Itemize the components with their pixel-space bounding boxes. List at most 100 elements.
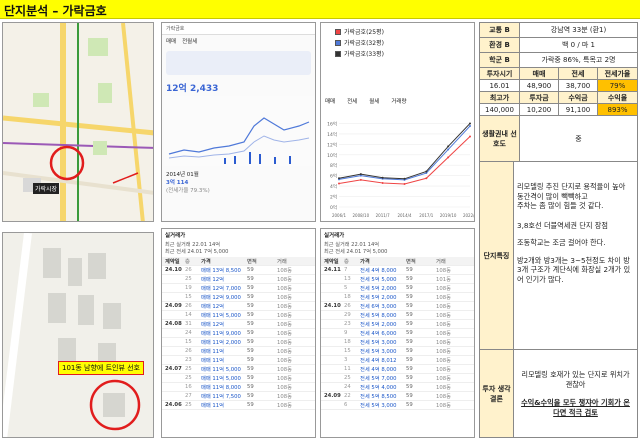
table-row[interactable]: 27 매매 11억 7,500 59 108동 [162, 392, 315, 401]
cell-size: 59 [406, 312, 413, 318]
cell-dong: 108동 [277, 313, 292, 319]
cell-price: 매매 11억 5,000 [201, 376, 241, 382]
table-row[interactable]: 6 전세 5억 3,000 59 108동 [321, 401, 474, 410]
table-row[interactable]: 24.07 25 매매 11억 5,000 59 108동 [162, 365, 315, 374]
table-row[interactable]: 11 전세 4억 8,000 59 108동 [321, 365, 474, 374]
row-living: 생활권내 선호도 중 [480, 116, 637, 162]
table-row[interactable]: 25 매매 12억 59 108동 [162, 275, 315, 284]
table-row[interactable]: 14 매매 11억 5,000 59 108동 [162, 311, 315, 320]
app-screenshot-sale-list[interactable]: 실거래가 최근 실거래 22.01 14억 최근 전세 24.01 7억 5,0… [161, 228, 316, 438]
feature-line: 동간격이 많이 빽빽하고 [517, 191, 588, 201]
cell-dong: 108동 [436, 340, 451, 346]
table-row[interactable]: 5 전세 5억 2,000 59 108동 [321, 284, 474, 293]
cell-date: 24.07 [165, 366, 182, 372]
cell-floor: 18 [344, 339, 351, 345]
table-row[interactable]: 24 전세 5억 4,000 59 108동 [321, 383, 474, 392]
table-row[interactable]: 26 매매 11억 59 108동 [162, 347, 315, 356]
table-row[interactable]: 23 매매 11억 59 108동 [162, 356, 315, 365]
legend-item[interactable]: 가락금호(33평) [335, 49, 384, 58]
cell-price: 매매 13억 8,500 [201, 268, 241, 274]
table-row[interactable]: 24.09 22 전세 5억 8,500 59 108동 [321, 392, 474, 401]
table-row[interactable]: 25 전세 5억 7,000 59 108동 [321, 374, 474, 383]
cell-floor: 15 [185, 294, 192, 300]
x-tick-label: 2011/7 [376, 213, 391, 218]
phone-tabs[interactable]: 매매 전월세 [162, 35, 315, 47]
cell-date: 24.11 [324, 267, 341, 273]
table-row[interactable]: 15 전세 5억 3,000 59 108동 [321, 347, 474, 356]
table-row[interactable]: 29 전세 5억 8,000 59 108동 [321, 311, 474, 320]
legend-item[interactable]: 가락금호(32평) [335, 38, 384, 47]
conclusion-line-1: 리모델링 호재가 있는 단지로 위치가 괜찮아 [521, 369, 630, 389]
cell-dong: 108동 [436, 322, 451, 328]
site-map-callout: 101동 남향에 트인뷰 선호 [58, 361, 144, 375]
series-point [447, 145, 450, 148]
location-map-svg [3, 23, 153, 221]
filter-sale[interactable]: 매매 [325, 97, 335, 105]
tab-rent[interactable]: 전월세 [182, 37, 197, 45]
cell-size: 59 [406, 276, 413, 282]
price-history-chart: 0억 2억 4억 6억 8억 10억 12억 14억 16억 2006/1 2008/10 2011/… [327, 120, 474, 218]
series-point [338, 177, 340, 180]
table-row[interactable]: 16 매매 11억 8,000 59 108동 [162, 383, 315, 392]
profit-value: 91,100 [559, 104, 598, 115]
location-map[interactable]: 가락시장 [2, 22, 154, 222]
living-value: 중 [575, 134, 582, 143]
invest-time-label: 투자시기 [480, 68, 520, 79]
col-size: 면적 [247, 259, 257, 265]
cell-floor: 25 [185, 375, 192, 381]
cell-size: 59 [406, 321, 413, 327]
series-point [469, 135, 471, 138]
table-row[interactable]: 18 전세 5억 2,000 59 108동 [321, 293, 474, 302]
conclusion-text: 리모델링 호재가 있는 단지로 위치가 괜찮아 수익&수익을 모두 챙쟈아 기회… [514, 350, 637, 437]
invest-time: 16.01 [480, 80, 520, 91]
table-row[interactable]: 24.10 26 매매 13억 8,500 59 108동 [162, 266, 315, 275]
legend-item[interactable]: 가락금호(25평) [335, 27, 384, 36]
analysis-table: 교통 B 강남역 33분 (환1) 환경 B 백 0 / 마 1 학군 B 가락… [479, 22, 638, 438]
cell-dong: 108동 [436, 331, 451, 337]
features-label: 단지특징 [480, 162, 514, 349]
list-summary-2: 최근 전세 24.01 7억 5,000 [165, 249, 229, 255]
cell-dong: 108동 [277, 304, 292, 310]
app-screenshot-summary[interactable]: 가락금호 매매 전월세 12억 2,433 2014년 01월 3억 114 (… [161, 22, 316, 222]
app-screenshot-chart[interactable]: 가락금호(25평) 가락금호(32평) 가락금호(33평) 매매 전세 월세 거… [320, 22, 475, 222]
table-row[interactable]: 9 전세 4억 6,000 59 108동 [321, 329, 474, 338]
filter-monthly[interactable]: 월세 [369, 97, 379, 105]
table-row[interactable]: 18 전세 5억 3,000 59 108동 [321, 338, 474, 347]
table-row[interactable]: 15 매매 11억 2,000 59 108동 [162, 338, 315, 347]
feature-line: 조동학교는 조금 걸어야 한다. [517, 238, 606, 247]
cell-floor: 22 [344, 393, 351, 399]
cell-dong: 108동 [436, 349, 451, 355]
site-map[interactable]: 101동 남향에 트인뷰 선호 [2, 232, 154, 438]
table-row[interactable]: 25 매매 11억 5,000 59 108동 [162, 374, 315, 383]
filter-volume[interactable]: 거래량 [391, 97, 406, 105]
cell-floor: 26 [185, 267, 192, 273]
chart-filters[interactable]: 매매 전세 월세 거래량 [325, 97, 407, 105]
cell-date: 24.08 [165, 321, 182, 327]
cell-dong: 108동 [436, 313, 451, 319]
table-row[interactable]: 24.06 25 매매 11억 59 108동 [162, 401, 315, 410]
table-row[interactable]: 24 매매 11억 9,000 59 108동 [162, 329, 315, 338]
table-row[interactable]: 24.08 31 매매 12억 59 108동 [162, 320, 315, 329]
app-screenshot-jeonse-list[interactable]: 실거래가 최근 실거래 22.01 14억 최근 전세 24.01 7억 5,0… [320, 228, 475, 438]
table-row[interactable]: 23 전세 5억 2,000 59 108동 [321, 320, 474, 329]
cell-dong: 108동 [277, 349, 292, 355]
jeonse-value: 38,700 [559, 80, 598, 91]
table-row[interactable]: 15 매매 12억 9,000 59 108동 [162, 293, 315, 302]
table-row[interactable]: 24.10 26 전세 6억 3,000 59 108동 [321, 302, 474, 311]
cell-dong: 108동 [436, 295, 451, 301]
y-tick-label: 12억 [327, 141, 337, 148]
cell-dong: 108동 [277, 403, 292, 409]
app-title: 가락금호 [166, 26, 185, 32]
table-row[interactable]: 19 매매 12억 7,000 59 108동 [162, 284, 315, 293]
table-row[interactable]: 24.11 7 전세 4억 8,000 59 108동 [321, 266, 474, 275]
cell-size: 59 [247, 348, 254, 354]
tab-sale[interactable]: 매매 [166, 37, 176, 45]
phone-status-bar: 가락금호 [162, 23, 315, 35]
filter-jeonse[interactable]: 전세 [347, 97, 357, 105]
table-row[interactable]: 3 전세 4억 8,012 59 108동 [321, 356, 474, 365]
jeonse-rows: 24.11 7 전세 4억 8,000 59 108동 13 전세 5억 5,000 59 10… [321, 266, 474, 410]
profit-label: 수익금 [559, 92, 598, 103]
table-row[interactable]: 24.09 26 매매 12억 59 108동 [162, 302, 315, 311]
table-row[interactable]: 13 전세 5억 5,000 59 101동 [321, 275, 474, 284]
cell-price: 전세 4억 8,000 [360, 367, 397, 373]
